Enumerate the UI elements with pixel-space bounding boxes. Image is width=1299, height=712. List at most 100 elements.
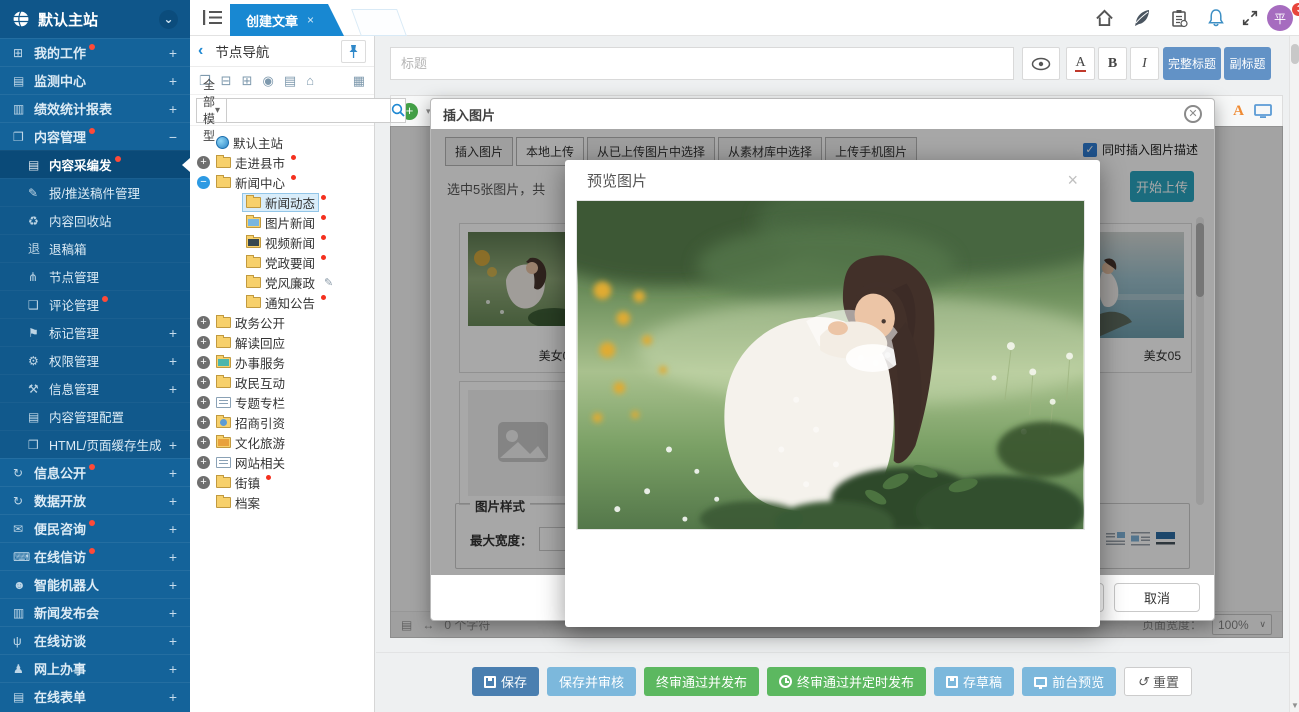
- tree-node-body[interactable]: 网站相关: [212, 453, 289, 472]
- tree-node-body[interactable]: 招商引资: [212, 413, 289, 432]
- expand-indicator[interactable]: +: [169, 661, 177, 677]
- scrollbar-thumb[interactable]: [1291, 44, 1299, 64]
- action-button[interactable]: 保存: [472, 667, 539, 696]
- tree-node[interactable]: + 解读回应 ✎: [190, 332, 374, 352]
- action-button[interactable]: 前台预览: [1022, 667, 1116, 696]
- user-avatar[interactable]: 平: [1267, 5, 1293, 31]
- sidebar-item[interactable]: ❑ 评论管理: [0, 290, 190, 318]
- tree-node-body[interactable]: 党政要闻: [242, 253, 319, 272]
- action-button[interactable]: 存草稿: [934, 667, 1014, 696]
- tree-node-body[interactable]: 政民互动: [212, 373, 289, 392]
- cancel-button[interactable]: 取消: [1114, 583, 1200, 612]
- title-bold-button[interactable]: B: [1098, 47, 1127, 80]
- tree-node[interactable]: 党政要闻 ✎: [190, 252, 374, 272]
- tree-node[interactable]: 视频新闻 ✎: [190, 232, 374, 252]
- tree-expander[interactable]: −: [197, 176, 210, 189]
- tree-node[interactable]: + 网站相关 ✎: [190, 452, 374, 472]
- tree-node-body[interactable]: 专题专栏: [212, 393, 289, 412]
- expand-indicator[interactable]: +: [169, 633, 177, 649]
- action-button[interactable]: 终审通过并发布: [644, 667, 759, 696]
- tree-node[interactable]: + 文化旅游 ✎: [190, 432, 374, 452]
- sidebar-item[interactable]: ⋔ 节点管理: [0, 262, 190, 290]
- monitor-icon[interactable]: [1254, 104, 1272, 119]
- tree-node[interactable]: + 街镇 ✎: [190, 472, 374, 492]
- tree-node-body[interactable]: 政务公开: [212, 313, 289, 332]
- sidebar-item[interactable]: 退 退稿箱: [0, 234, 190, 262]
- tree-node[interactable]: + 政务公开 ✎: [190, 312, 374, 332]
- quill-icon[interactable]: [1131, 7, 1153, 29]
- tree-node-body[interactable]: 视频新闻: [242, 233, 319, 252]
- sidebar-item[interactable]: ❐ 内容管理 −: [0, 122, 190, 150]
- sidebar-item[interactable]: ▥ 新闻发布会 +: [0, 598, 190, 626]
- sidebar-item[interactable]: ♻ 内容回收站: [0, 206, 190, 234]
- tab-create-article[interactable]: 创建文章 ×: [230, 4, 344, 36]
- expand-indicator[interactable]: +: [169, 549, 177, 565]
- sidebar-item[interactable]: ↻ 信息公开 +: [0, 458, 190, 486]
- expand-indicator[interactable]: +: [169, 353, 177, 369]
- pin-button[interactable]: [341, 40, 366, 63]
- tree-node-body[interactable]: 通知公告: [242, 293, 319, 312]
- sidebar-item[interactable]: ▤ 内容管理配置: [0, 402, 190, 430]
- expand-indicator[interactable]: +: [169, 73, 177, 89]
- title-italic-button[interactable]: I: [1130, 47, 1159, 80]
- tree-tool-icon[interactable]: ▦: [353, 73, 365, 89]
- tree-tool-icon[interactable]: ⊞: [242, 73, 253, 89]
- tree-tool-icon[interactable]: ◉: [262, 73, 273, 89]
- tree-node-body[interactable]: 文化旅游: [212, 433, 289, 452]
- tree-node-body[interactable]: 街镇: [212, 473, 264, 492]
- tree-node-body[interactable]: 档案: [212, 493, 264, 512]
- expand-indicator[interactable]: +: [169, 325, 177, 341]
- tree-search-input[interactable]: [227, 98, 391, 123]
- title-preview-button[interactable]: [1022, 47, 1060, 80]
- fullscreen-icon[interactable]: [1239, 7, 1261, 29]
- sidebar-item[interactable]: ✎ 报/推送稿件管理: [0, 178, 190, 206]
- sidebar-item[interactable]: ⊞ 我的工作 +: [0, 38, 190, 66]
- expand-indicator[interactable]: +: [169, 605, 177, 621]
- model-filter-select[interactable]: 全部模型 ▾: [196, 98, 227, 123]
- font-color-icon[interactable]: A: [1233, 103, 1244, 120]
- tree-node[interactable]: 党风廉政 ✎: [190, 272, 374, 292]
- tree-tool-icon[interactable]: ⌂: [306, 73, 314, 88]
- subtitle-button[interactable]: 副标题: [1224, 47, 1271, 80]
- home-icon[interactable]: [1093, 7, 1115, 29]
- tree-node-body[interactable]: 党风廉政: [242, 273, 319, 292]
- dialog-header[interactable]: 插入图片 ✕: [431, 99, 1214, 129]
- tree-node[interactable]: 档案 ✎: [190, 492, 374, 512]
- action-button[interactable]: 保存并审核: [547, 667, 636, 696]
- tree-node[interactable]: + 走进县市 ✎: [190, 152, 374, 172]
- tree-tool-icon[interactable]: ▤: [284, 73, 296, 89]
- sidebar-collapse-icon[interactable]: ⌄: [159, 10, 178, 29]
- preview-header[interactable]: 预览图片 ×: [565, 160, 1100, 200]
- tree-expander[interactable]: +: [197, 376, 210, 389]
- panel-collapse-icon[interactable]: ‹: [198, 42, 203, 60]
- sidebar-item[interactable]: ⌨ 在线信访 +: [0, 542, 190, 570]
- tree-expander[interactable]: +: [197, 456, 210, 469]
- expand-indicator[interactable]: +: [169, 521, 177, 537]
- article-title-input[interactable]: [390, 47, 1014, 80]
- tab-close-icon[interactable]: ×: [307, 13, 314, 27]
- tree-expander[interactable]: +: [197, 396, 210, 409]
- tree-node[interactable]: 通知公告 ✎: [190, 292, 374, 312]
- tree-node-body[interactable]: 走进县市: [212, 153, 289, 172]
- expand-indicator[interactable]: +: [169, 689, 177, 705]
- preview-close-icon[interactable]: ×: [1067, 171, 1078, 189]
- sidebar-item[interactable]: ⚙ 权限管理 +: [0, 346, 190, 374]
- sidebar-item[interactable]: ψ 在线访谈 +: [0, 626, 190, 654]
- expand-indicator[interactable]: −: [169, 129, 177, 145]
- tree-node[interactable]: + 专题专栏 ✎: [190, 392, 374, 412]
- dialog-close-icon[interactable]: ✕: [1184, 105, 1202, 123]
- tree-node-body[interactable]: 新闻中心: [212, 173, 289, 192]
- sidebar-item[interactable]: ☻ 智能机器人 +: [0, 570, 190, 598]
- expand-indicator[interactable]: +: [169, 381, 177, 397]
- tree-expander[interactable]: +: [197, 476, 210, 489]
- page-scrollbar[interactable]: ▼: [1289, 36, 1299, 712]
- sidebar-item[interactable]: ⚑ 标记管理 +: [0, 318, 190, 346]
- tree-expander[interactable]: +: [197, 316, 210, 329]
- sidebar-item[interactable]: ▤ 内容采编发: [0, 150, 190, 178]
- expand-indicator[interactable]: +: [169, 101, 177, 117]
- sidebar-item[interactable]: ❒ HTML/页面缓存生成 +: [0, 430, 190, 458]
- tree-node[interactable]: − 新闻中心 ✎: [190, 172, 374, 192]
- action-button[interactable]: 重置: [1124, 667, 1192, 696]
- sidebar-item[interactable]: ↻ 数据开放 +: [0, 486, 190, 514]
- expand-indicator[interactable]: +: [169, 45, 177, 61]
